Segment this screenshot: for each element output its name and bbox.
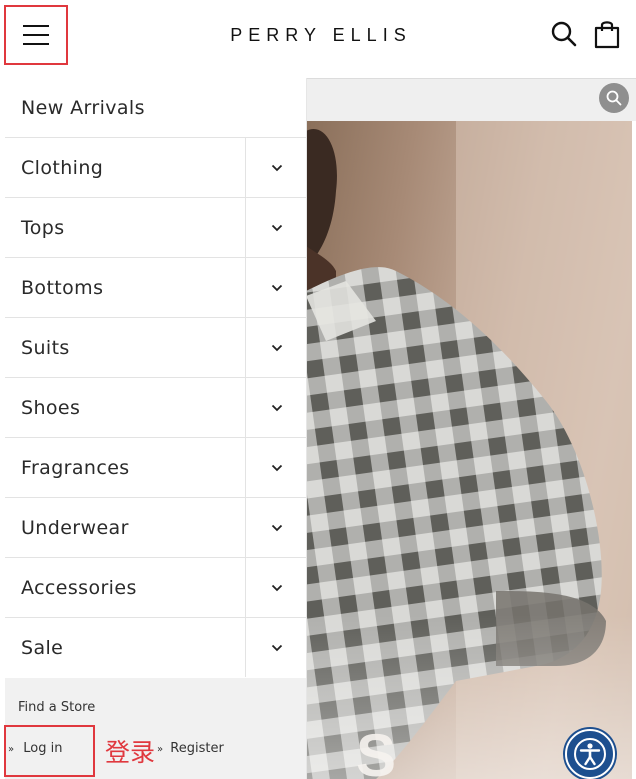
brand-logo-wrap: PERRY ELLIS [0,0,636,70]
register-link[interactable]: » Register [157,741,224,756]
site-header: PERRY ELLIS [0,0,636,70]
expand-tops-button[interactable] [245,198,307,257]
hero-search-strip [306,78,636,122]
expand-underwear-button[interactable] [245,498,307,557]
nav-item-label: Suits [21,337,70,359]
find-a-store-link[interactable]: Find a Store [18,700,95,715]
page-edge [632,121,636,779]
expand-sale-button[interactable] [245,618,307,677]
chevron-down-icon [271,644,282,651]
nav-drawer: New Arrivals Clothing Tops Bottoms Suits… [5,78,307,779]
chevron-down-icon [271,524,282,531]
model-in-checkered-shirt-image: S [306,121,632,779]
accessibility-icon [574,738,606,770]
chevron-down-icon [271,164,282,171]
chevron-down-icon [271,344,282,351]
link-prefix: » [8,744,15,755]
hero-image: S [306,121,632,779]
nav-item-clothing[interactable]: Clothing [5,138,306,198]
nav-item-label: Shoes [21,397,81,419]
nav-item-new-arrivals[interactable]: New Arrivals [5,78,306,138]
expand-clothing-button[interactable] [245,138,307,197]
expand-shoes-button[interactable] [245,378,307,437]
nav-item-label: Sale [21,637,64,659]
chevron-down-icon [271,464,282,471]
header-search-button[interactable] [550,20,578,48]
search-icon [551,21,577,47]
nav-item-label: Bottoms [21,277,104,299]
accessibility-button[interactable] [565,729,615,779]
chevron-down-icon [271,404,282,411]
expand-accessories-button[interactable] [245,558,307,617]
menu-button[interactable] [4,5,68,65]
nav-item-label: Fragrances [21,457,130,479]
nav-item-shoes[interactable]: Shoes [5,378,306,438]
nav-item-fragrances[interactable]: Fragrances [5,438,306,498]
expand-bottoms-button[interactable] [245,258,307,317]
nav-item-accessories[interactable]: Accessories [5,558,306,618]
link-prefix: » [157,744,164,755]
nav-item-label: New Arrivals [21,97,145,119]
nav-item-underwear[interactable]: Underwear [5,498,306,558]
find-a-store-label: Find a Store [18,700,96,715]
nav-item-sale[interactable]: Sale [5,618,306,678]
cart-button[interactable] [593,19,621,49]
search-icon [606,90,622,106]
nav-item-label: Clothing [21,157,104,179]
nav-item-suits[interactable]: Suits [5,318,306,378]
chevron-down-icon [271,584,282,591]
hero-search-button[interactable] [599,83,629,113]
nav-item-bottoms[interactable]: Bottoms [5,258,306,318]
login-link[interactable]: » Log in [8,741,62,756]
shopping-bag-icon [594,21,620,49]
nav-item-label: Tops [21,217,65,239]
expand-suits-button[interactable] [245,318,307,377]
brand-logo[interactable]: PERRY ELLIS [224,25,411,46]
chevron-down-icon [271,224,282,231]
register-label: Register [170,741,224,756]
nav-item-tops[interactable]: Tops [5,198,306,258]
nav-item-label: Accessories [21,577,137,599]
chevron-down-icon [271,284,282,291]
login-label: Log in [23,741,63,756]
nav-item-label: Underwear [21,517,129,539]
hamburger-icon [23,25,49,45]
expand-fragrances-button[interactable] [245,438,307,497]
login-annotation: 登录 [105,738,156,767]
